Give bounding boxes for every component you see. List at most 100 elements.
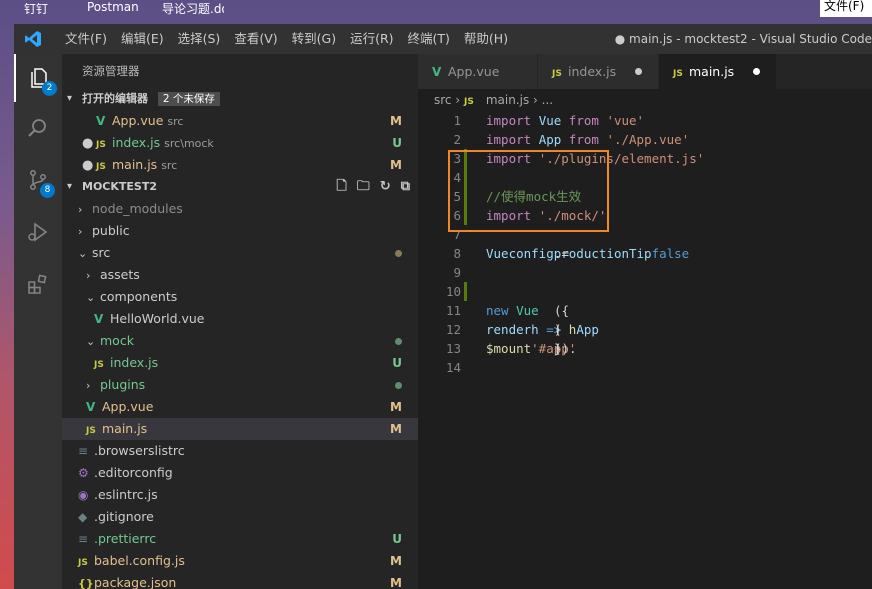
js-file-icon: JS	[552, 69, 562, 79]
tab-main-js[interactable]: JS main.js	[659, 54, 777, 89]
tree-item[interactable]: ⌄ src	[62, 242, 418, 264]
unsaved-dot-icon[interactable]: ●	[82, 133, 96, 155]
tree-item[interactable]: JS index.js U	[62, 352, 418, 374]
open-editor-item[interactable]: V App.vue src M	[62, 110, 418, 132]
vue-file-icon: V	[94, 312, 104, 326]
collapse-all-icon[interactable]: ⧉	[401, 176, 410, 198]
vscode-window: 文件(F) 编辑(E) 选择(S) 查看(V) 转到(G) 运行(R) 终端(T…	[14, 24, 872, 589]
project-header[interactable]: ▾ MOCKTEST2 🗋 🗀 ↻ ⧉	[62, 176, 418, 198]
chevron-right-icon: ›	[455, 93, 464, 107]
code-line: 8 Vue. config. productionTip = false	[418, 244, 872, 263]
code-token: Vue	[538, 113, 569, 128]
menu-file[interactable]: 文件(F)	[58, 24, 114, 54]
code-text: import Vue from 'vue'	[486, 111, 644, 130]
tree-item-label: HelloWorld.vue	[110, 311, 205, 326]
taskbar-item-docx[interactable]: 导论习题.docx	[162, 0, 224, 20]
extensions-button[interactable]	[14, 260, 62, 308]
line-number: 14	[445, 360, 461, 375]
tab-index-js[interactable]: JS index.js	[538, 54, 659, 89]
open-editor-item[interactable]: ● JS index.js src\mock U	[62, 132, 418, 154]
code-editor[interactable]: 1 import Vue from 'vue' 2 import App from '…	[418, 111, 872, 589]
search-button[interactable]	[14, 104, 62, 152]
code-text: new Vue ({	[486, 301, 569, 320]
line-number: 1	[453, 113, 461, 128]
code-text: import App from './App.vue'	[486, 130, 689, 149]
open-editor-name: index.js	[112, 135, 161, 150]
js-file-icon: JS	[96, 162, 106, 172]
code-token: from	[568, 132, 607, 147]
tree-item[interactable]: › public	[62, 220, 418, 242]
line-number: 6	[453, 208, 461, 223]
unsaved-dot-icon[interactable]	[753, 68, 760, 75]
tree-item-label: babel.config.js	[94, 553, 185, 568]
menu-edit[interactable]: 编辑(E)	[114, 24, 171, 54]
tree-item[interactable]: V App.vue M	[62, 396, 418, 418]
breadcrumb-file[interactable]: main.js	[486, 93, 529, 107]
change-gutter-marker	[464, 282, 467, 301]
js-file-icon: JS	[86, 426, 96, 436]
code-text: import './plugins/element.js'	[486, 149, 704, 168]
code-token: false	[651, 246, 690, 261]
new-folder-icon[interactable]: 🗀	[357, 176, 370, 198]
tree-item[interactable]: ≡ .browserslistrc	[62, 440, 418, 462]
breadcrumb-folder[interactable]: src	[434, 93, 452, 107]
menu-terminal[interactable]: 终端(T)	[401, 24, 457, 54]
tree-item[interactable]: JS babel.config.js M	[62, 550, 418, 572]
code-token: './App.vue'	[606, 132, 690, 147]
code-token: ({	[554, 303, 570, 318]
source-control-button[interactable]: 8	[14, 156, 62, 204]
tree-item[interactable]: › assets	[62, 264, 418, 286]
tab-App-vue[interactable]: V App.vue	[418, 54, 538, 89]
tree-item[interactable]: ◉ .eslintrc.js	[62, 484, 418, 506]
new-file-icon[interactable]: 🗋	[336, 176, 346, 198]
tree-item-label: components	[100, 289, 178, 304]
tree-item[interactable]: ◆ .gitignore	[62, 506, 418, 528]
menu-selection[interactable]: 选择(S)	[171, 24, 228, 54]
file-menu-button[interactable]: 文件(F)	[820, 0, 872, 17]
unsaved-dot-icon[interactable]	[635, 68, 642, 75]
tree-item[interactable]: ≡ .prettierrc U	[62, 528, 418, 550]
menu-help[interactable]: 帮助(H)	[457, 24, 515, 54]
git-icon: ◆	[78, 510, 88, 524]
refresh-icon[interactable]: ↻	[380, 176, 391, 198]
tree-item-label: node_modules	[92, 201, 183, 216]
tree-item[interactable]: {}package.json M	[62, 572, 418, 589]
tree-item[interactable]: ⌄ mock	[62, 330, 418, 352]
explorer-button[interactable]: 2	[14, 54, 62, 102]
taskbar-item-dingtalk[interactable]: 钉钉	[24, 0, 48, 17]
tree-item[interactable]: ⚙ .editorconfig	[62, 462, 418, 484]
code-line: 10	[418, 282, 872, 301]
tree-item-label: public	[92, 223, 130, 238]
eslint-icon: ◉	[78, 488, 89, 502]
tree-item-label: .editorconfig	[94, 465, 173, 480]
open-editor-item[interactable]: ● JS main.js src M	[62, 154, 418, 176]
code-token: render	[486, 322, 532, 337]
menu-view[interactable]: 查看(V)	[227, 24, 284, 54]
menu-run[interactable]: 运行(R)	[343, 24, 400, 54]
tree-item[interactable]: › node_modules	[62, 198, 418, 220]
code-token: App	[576, 322, 599, 337]
code-line: 5 //使得mock生效	[418, 187, 872, 206]
run-debug-icon	[28, 222, 48, 242]
gear-icon: ⚙	[78, 466, 89, 480]
vue-file-icon: V	[96, 114, 106, 128]
code-token: App	[538, 132, 569, 147]
menu-bar: 文件(F) 编辑(E) 选择(S) 查看(V) 转到(G) 运行(R) 终端(T…	[58, 24, 515, 54]
tree-item[interactable]: › plugins	[62, 374, 418, 396]
menu-go[interactable]: 转到(G)	[285, 24, 343, 54]
code-token: $mount	[486, 341, 532, 356]
activity-bar: 2 8	[14, 54, 62, 589]
breadcrumb-symbol[interactable]: ...	[542, 93, 553, 107]
scm-badge: 8	[40, 183, 55, 198]
run-debug-button[interactable]	[14, 208, 62, 256]
tree-item[interactable]: V HelloWorld.vue	[62, 308, 418, 330]
desktop-taskbar: 钉钉 Postman 导论习题.docx 文件(F)	[0, 0, 872, 24]
unsaved-dot-icon[interactable]: ●	[82, 155, 96, 177]
code-token: 'vue'	[606, 113, 645, 128]
taskbar-item-postman[interactable]: Postman	[87, 0, 139, 14]
open-editors-header[interactable]: ▾ 打开的编辑器 2 个未保存	[62, 88, 418, 110]
tree-item-label: main.js	[102, 421, 148, 436]
tree-item[interactable]: JS main.js M	[62, 418, 418, 440]
tree-item[interactable]: ⌄ components	[62, 286, 418, 308]
tree-item-label: App.vue	[102, 399, 154, 414]
